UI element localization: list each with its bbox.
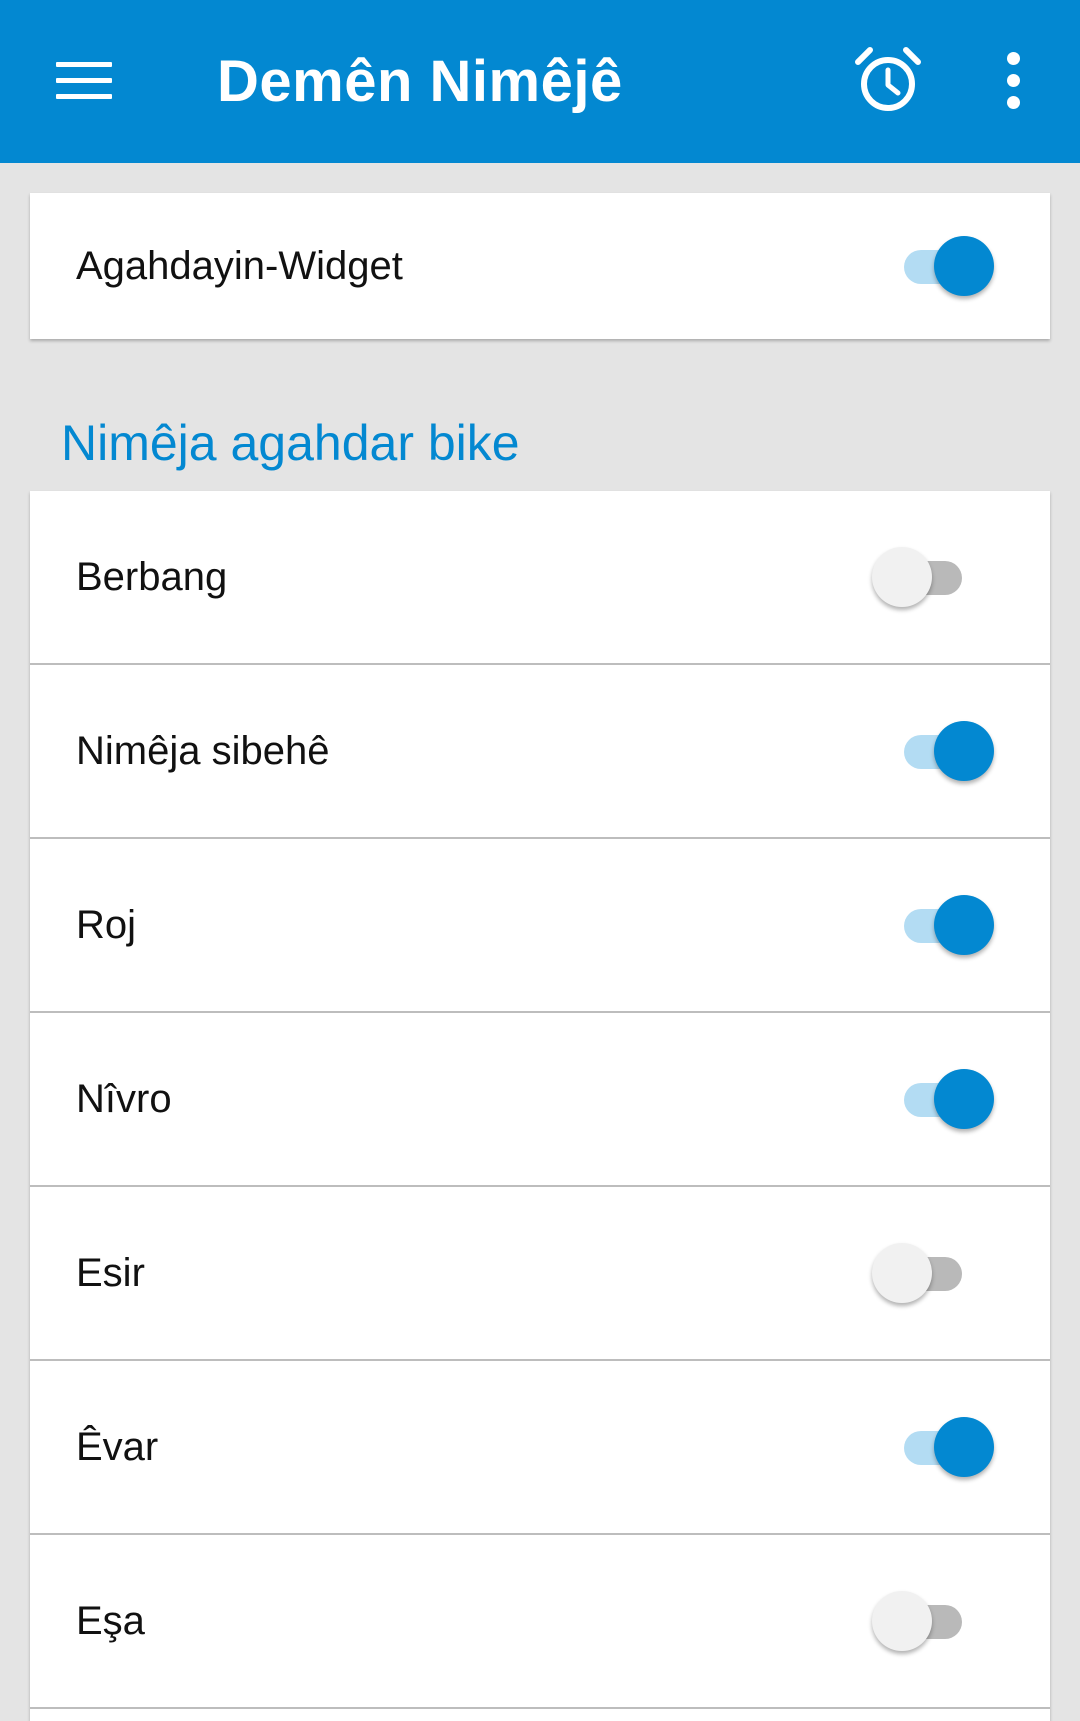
prayer-toggle-switch[interactable] xyxy=(894,1069,994,1129)
more-vertical-icon[interactable] xyxy=(985,44,1041,116)
prayer-label: Eşa xyxy=(76,1598,145,1643)
prayer-toggle-switch[interactable] xyxy=(894,1417,994,1477)
widget-toggle-row[interactable]: Agahdayin-Widget xyxy=(30,193,1050,339)
prayer-label: Nîvro xyxy=(76,1076,172,1121)
prayer-row-esir[interactable]: Esir xyxy=(30,1187,1050,1361)
prayer-notification-list: Berbang Nimêja sibehê Roj Nîvro Esir Êva… xyxy=(30,491,1050,1721)
hamburger-menu-icon[interactable] xyxy=(40,40,128,120)
prayer-label: Berbang xyxy=(76,554,228,599)
prayer-toggle-switch[interactable] xyxy=(894,721,994,781)
prayer-row-nivro[interactable]: Nîvro xyxy=(30,1013,1050,1187)
prayer-row-berbang[interactable]: Berbang xyxy=(30,491,1050,665)
page-title: Demên Nimêjê xyxy=(217,49,623,114)
widget-settings-card: Agahdayin-Widget xyxy=(30,193,1050,339)
prayer-toggle-switch[interactable] xyxy=(872,1591,972,1651)
prayer-row-roj[interactable]: Roj xyxy=(30,839,1050,1013)
prayer-label: Roj xyxy=(76,902,137,947)
prayer-toggle-switch[interactable] xyxy=(872,547,972,607)
prayer-label: Nimêja sibehê xyxy=(76,728,330,773)
alarm-clock-icon[interactable] xyxy=(852,44,924,116)
widget-toggle-switch[interactable] xyxy=(894,236,994,296)
prayer-label: Êvar xyxy=(76,1424,159,1469)
prayer-row-evar[interactable]: Êvar xyxy=(30,1361,1050,1535)
prayer-row-esa[interactable]: Eşa xyxy=(30,1535,1050,1709)
prayer-label: Esir xyxy=(76,1250,145,1295)
widget-toggle-label: Agahdayin-Widget xyxy=(76,243,403,288)
app-bar: Demên Nimêjê xyxy=(0,0,1080,163)
prayer-row-nimeja-sibehe[interactable]: Nimêja sibehê xyxy=(30,665,1050,839)
prayer-toggle-switch[interactable] xyxy=(894,895,994,955)
prayer-toggle-switch[interactable] xyxy=(872,1243,972,1303)
section-header: Nimêja agahdar bike xyxy=(61,415,520,471)
